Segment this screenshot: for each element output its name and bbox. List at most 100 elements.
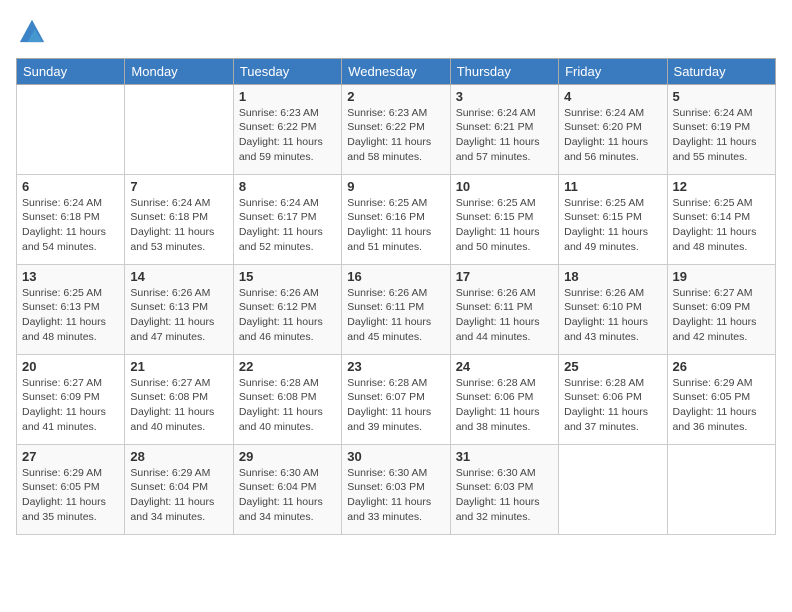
day-number: 17	[456, 269, 553, 284]
day-number: 7	[130, 179, 227, 194]
day-number: 15	[239, 269, 336, 284]
day-info: Sunrise: 6:29 AMSunset: 6:05 PMDaylight:…	[22, 466, 119, 525]
calendar-cell: 15 Sunrise: 6:26 AMSunset: 6:12 PMDayligh…	[233, 264, 341, 354]
calendar-week-2: 6 Sunrise: 6:24 AMSunset: 6:18 PMDaylight…	[17, 174, 776, 264]
day-number: 25	[564, 359, 661, 374]
day-info: Sunrise: 6:30 AMSunset: 6:04 PMDaylight:…	[239, 466, 336, 525]
calendar-week-3: 13 Sunrise: 6:25 AMSunset: 6:13 PMDayligh…	[17, 264, 776, 354]
calendar-cell: 11 Sunrise: 6:25 AMSunset: 6:15 PMDayligh…	[559, 174, 667, 264]
calendar-cell: 13 Sunrise: 6:25 AMSunset: 6:13 PMDayligh…	[17, 264, 125, 354]
calendar-cell: 24 Sunrise: 6:28 AMSunset: 6:06 PMDayligh…	[450, 354, 558, 444]
calendar-cell	[17, 84, 125, 174]
calendar-cell: 6 Sunrise: 6:24 AMSunset: 6:18 PMDaylight…	[17, 174, 125, 264]
calendar-cell: 10 Sunrise: 6:25 AMSunset: 6:15 PMDayligh…	[450, 174, 558, 264]
calendar-cell: 19 Sunrise: 6:27 AMSunset: 6:09 PMDayligh…	[667, 264, 775, 354]
calendar-cell: 21 Sunrise: 6:27 AMSunset: 6:08 PMDayligh…	[125, 354, 233, 444]
day-number: 10	[456, 179, 553, 194]
dow-wednesday: Wednesday	[342, 58, 450, 84]
day-info: Sunrise: 6:28 AMSunset: 6:07 PMDaylight:…	[347, 376, 444, 435]
day-info: Sunrise: 6:27 AMSunset: 6:09 PMDaylight:…	[22, 376, 119, 435]
day-number: 4	[564, 89, 661, 104]
dow-tuesday: Tuesday	[233, 58, 341, 84]
day-info: Sunrise: 6:23 AMSunset: 6:22 PMDaylight:…	[239, 106, 336, 165]
day-info: Sunrise: 6:26 AMSunset: 6:11 PMDaylight:…	[456, 286, 553, 345]
day-info: Sunrise: 6:28 AMSunset: 6:08 PMDaylight:…	[239, 376, 336, 435]
calendar-cell: 27 Sunrise: 6:29 AMSunset: 6:05 PMDayligh…	[17, 444, 125, 534]
day-info: Sunrise: 6:24 AMSunset: 6:21 PMDaylight:…	[456, 106, 553, 165]
day-info: Sunrise: 6:28 AMSunset: 6:06 PMDaylight:…	[564, 376, 661, 435]
calendar-cell: 9Sunrise: 6:25 AMSunset: 6:16 PMDaylight…	[342, 174, 450, 264]
page-header	[16, 16, 776, 50]
calendar-cell: 26Sunrise: 6:29 AMSunset: 6:05 PMDayligh…	[667, 354, 775, 444]
day-number: 28	[130, 449, 227, 464]
day-info: Sunrise: 6:26 AMSunset: 6:13 PMDaylight:…	[130, 286, 227, 345]
calendar-cell: 20Sunrise: 6:27 AMSunset: 6:09 PMDayligh…	[17, 354, 125, 444]
day-number: 3	[456, 89, 553, 104]
calendar-cell: 16Sunrise: 6:26 AMSunset: 6:11 PMDayligh…	[342, 264, 450, 354]
day-info: Sunrise: 6:29 AMSunset: 6:05 PMDaylight:…	[673, 376, 770, 435]
dow-thursday: Thursday	[450, 58, 558, 84]
day-number: 21	[130, 359, 227, 374]
day-number: 19	[673, 269, 770, 284]
calendar-cell: 31 Sunrise: 6:30 AMSunset: 6:03 PMDayligh…	[450, 444, 558, 534]
calendar-week-4: 20Sunrise: 6:27 AMSunset: 6:09 PMDayligh…	[17, 354, 776, 444]
calendar-cell: 3 Sunrise: 6:24 AMSunset: 6:21 PMDaylight…	[450, 84, 558, 174]
dow-monday: Monday	[125, 58, 233, 84]
day-info: Sunrise: 6:26 AMSunset: 6:10 PMDaylight:…	[564, 286, 661, 345]
day-number: 14	[130, 269, 227, 284]
day-number: 27	[22, 449, 119, 464]
day-number: 2	[347, 89, 444, 104]
calendar-cell: 23 Sunrise: 6:28 AMSunset: 6:07 PMDayligh…	[342, 354, 450, 444]
day-number: 24	[456, 359, 553, 374]
day-info: Sunrise: 6:29 AMSunset: 6:04 PMDaylight:…	[130, 466, 227, 525]
day-info: Sunrise: 6:24 AMSunset: 6:18 PMDaylight:…	[22, 196, 119, 255]
day-info: Sunrise: 6:27 AMSunset: 6:09 PMDaylight:…	[673, 286, 770, 345]
calendar-table: SundayMondayTuesdayWednesdayThursdayFrid…	[16, 58, 776, 535]
day-info: Sunrise: 6:25 AMSunset: 6:13 PMDaylight:…	[22, 286, 119, 345]
day-number: 30	[347, 449, 444, 464]
dow-sunday: Sunday	[17, 58, 125, 84]
calendar-body: 1Sunrise: 6:23 AMSunset: 6:22 PMDaylight…	[17, 84, 776, 534]
calendar-cell	[125, 84, 233, 174]
day-info: Sunrise: 6:24 AMSunset: 6:19 PMDaylight:…	[673, 106, 770, 165]
day-number: 29	[239, 449, 336, 464]
day-number: 13	[22, 269, 119, 284]
dow-saturday: Saturday	[667, 58, 775, 84]
calendar-cell: 17 Sunrise: 6:26 AMSunset: 6:11 PMDayligh…	[450, 264, 558, 354]
day-of-week-header: SundayMondayTuesdayWednesdayThursdayFrid…	[17, 58, 776, 84]
day-number: 31	[456, 449, 553, 464]
day-info: Sunrise: 6:26 AMSunset: 6:12 PMDaylight:…	[239, 286, 336, 345]
day-info: Sunrise: 6:30 AMSunset: 6:03 PMDaylight:…	[347, 466, 444, 525]
dow-friday: Friday	[559, 58, 667, 84]
logo-icon	[18, 16, 46, 44]
day-number: 18	[564, 269, 661, 284]
calendar-cell: 28 Sunrise: 6:29 AMSunset: 6:04 PMDayligh…	[125, 444, 233, 534]
calendar-cell: 2 Sunrise: 6:23 AMSunset: 6:22 PMDaylight…	[342, 84, 450, 174]
calendar-cell: 7 Sunrise: 6:24 AMSunset: 6:18 PMDaylight…	[125, 174, 233, 264]
day-info: Sunrise: 6:24 AMSunset: 6:18 PMDaylight:…	[130, 196, 227, 255]
day-number: 16	[347, 269, 444, 284]
calendar-week-1: 1Sunrise: 6:23 AMSunset: 6:22 PMDaylight…	[17, 84, 776, 174]
calendar-cell: 5 Sunrise: 6:24 AMSunset: 6:19 PMDaylight…	[667, 84, 775, 174]
calendar-week-5: 27 Sunrise: 6:29 AMSunset: 6:05 PMDayligh…	[17, 444, 776, 534]
calendar-cell: 4Sunrise: 6:24 AMSunset: 6:20 PMDaylight…	[559, 84, 667, 174]
calendar-cell: 18 Sunrise: 6:26 AMSunset: 6:10 PMDayligh…	[559, 264, 667, 354]
day-number: 11	[564, 179, 661, 194]
day-number: 23	[347, 359, 444, 374]
day-number: 5	[673, 89, 770, 104]
calendar-cell	[559, 444, 667, 534]
calendar-cell: 1Sunrise: 6:23 AMSunset: 6:22 PMDaylight…	[233, 84, 341, 174]
calendar-cell: 14 Sunrise: 6:26 AMSunset: 6:13 PMDayligh…	[125, 264, 233, 354]
day-number: 22	[239, 359, 336, 374]
day-number: 12	[673, 179, 770, 194]
day-number: 6	[22, 179, 119, 194]
calendar-cell: 8Sunrise: 6:24 AMSunset: 6:17 PMDaylight…	[233, 174, 341, 264]
day-info: Sunrise: 6:23 AMSunset: 6:22 PMDaylight:…	[347, 106, 444, 165]
day-number: 8	[239, 179, 336, 194]
day-info: Sunrise: 6:28 AMSunset: 6:06 PMDaylight:…	[456, 376, 553, 435]
day-number: 9	[347, 179, 444, 194]
day-info: Sunrise: 6:25 AMSunset: 6:15 PMDaylight:…	[456, 196, 553, 255]
day-info: Sunrise: 6:30 AMSunset: 6:03 PMDaylight:…	[456, 466, 553, 525]
day-info: Sunrise: 6:25 AMSunset: 6:15 PMDaylight:…	[564, 196, 661, 255]
day-info: Sunrise: 6:27 AMSunset: 6:08 PMDaylight:…	[130, 376, 227, 435]
